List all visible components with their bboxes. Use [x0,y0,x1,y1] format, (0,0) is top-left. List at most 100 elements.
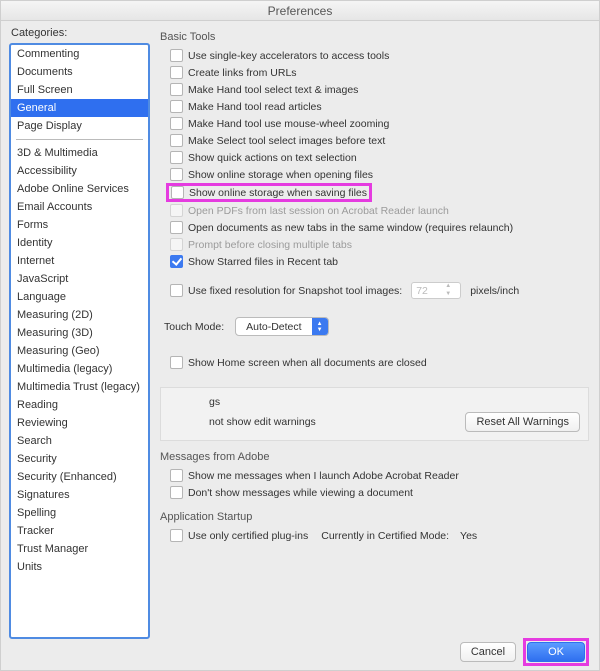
option-label: Create links from URLs [188,67,297,79]
basic-tools-heading: Basic Tools [160,31,589,43]
option-checkbox[interactable] [170,255,183,268]
sidebar-item[interactable]: Adobe Online Services [11,180,148,198]
option-checkbox[interactable] [170,221,183,234]
sidebar-item[interactable]: Measuring (3D) [11,324,148,342]
home-screen-checkbox[interactable] [170,356,183,369]
option-checkbox [170,238,183,251]
option-label: Show Starred files in Recent tab [188,256,338,268]
startup-heading: Application Startup [160,511,589,523]
option-label: Show online storage when opening files [188,169,373,181]
option-row: Use single-key accelerators to access to… [170,47,589,64]
window-title: Preferences [1,1,599,21]
option-row: Create links from URLs [170,64,589,81]
option-checkbox[interactable] [170,100,183,113]
messages-options: Show me messages when I launch Adobe Acr… [160,467,589,501]
option-checkbox[interactable] [170,134,183,147]
sidebar-item[interactable]: Documents [11,63,148,81]
option-label: Open documents as new tabs in the same w… [188,222,513,234]
option-label: Open PDFs from last session on Acrobat R… [188,205,449,217]
certified-mode-value: Yes [460,530,477,542]
snapshot-checkbox[interactable] [170,284,183,297]
option-row: Show me messages when I launch Adobe Acr… [170,467,589,484]
snapshot-value: 72 [412,285,436,297]
preferences-window: Preferences Categories: CommentingDocume… [0,0,600,671]
sidebar-item[interactable]: Reviewing [11,414,148,432]
sidebar-item[interactable]: Identity [11,234,148,252]
option-label: Prompt before closing multiple tabs [188,239,352,251]
option-row: Show Starred files in Recent tab [170,253,589,270]
option-checkbox[interactable] [170,66,183,79]
sidebar-item[interactable]: Security [11,450,148,468]
sidebar-item[interactable]: Units [11,558,148,576]
sidebar-item[interactable]: Accessibility [11,162,148,180]
sidebar-item[interactable]: Measuring (2D) [11,306,148,324]
option-row: Make Select tool select images before te… [170,132,589,149]
option-label: Make Hand tool read articles [188,101,322,113]
warnings-frag2: not show edit warnings [209,416,316,428]
basic-tools-options: Use single-key accelerators to access to… [160,47,589,270]
option-label: Don't show messages while viewing a docu… [188,487,413,499]
sidebar-item[interactable]: Tracker [11,522,148,540]
snapshot-unit: pixels/inch [470,285,519,297]
sidebar-item[interactable]: JavaScript [11,270,148,288]
sidebar-separator [16,139,143,140]
sidebar-item[interactable]: Measuring (Geo) [11,342,148,360]
option-checkbox[interactable] [170,49,183,62]
option-row: Make Hand tool select text & images [170,81,589,98]
snapshot-stepper[interactable]: ▲▼ [436,283,460,298]
touch-mode-row: Touch Mode: Auto-Detect ▲▼ [160,315,589,338]
sidebar: Categories: CommentingDocumentsFull Scre… [1,21,156,637]
sidebar-item[interactable]: Trust Manager [11,540,148,558]
option-checkbox[interactable] [171,186,184,199]
option-label: Make Select tool select images before te… [188,135,385,147]
sidebar-item[interactable]: Multimedia (legacy) [11,360,148,378]
option-row: Show online storage when saving files [170,183,589,202]
sidebar-item[interactable]: Spelling [11,504,148,522]
sidebar-item[interactable]: Language [11,288,148,306]
sidebar-item[interactable]: Commenting [11,45,148,63]
reset-warnings-button[interactable]: Reset All Warnings [465,412,580,432]
sidebar-item[interactable]: Search [11,432,148,450]
option-row: Open documents as new tabs in the same w… [170,219,589,236]
warnings-frag1: gs [169,394,580,410]
sidebar-item[interactable]: Forms [11,216,148,234]
sidebar-item[interactable]: 3D & Multimedia [11,144,148,162]
option-checkbox [170,204,183,217]
cancel-button[interactable]: Cancel [460,642,516,662]
chevron-updown-icon: ▲▼ [312,318,328,335]
sidebar-item[interactable]: Signatures [11,486,148,504]
highlighted-option: Show online storage when saving files [166,183,372,202]
option-checkbox[interactable] [170,469,183,482]
snapshot-input[interactable]: 72 ▲▼ [411,282,461,299]
snapshot-label: Use fixed resolution for Snapshot tool i… [188,285,402,297]
touch-mode-select[interactable]: Auto-Detect ▲▼ [235,317,328,336]
categories-label: Categories: [11,27,150,39]
option-row: Open PDFs from last session on Acrobat R… [170,202,589,219]
sidebar-item[interactable]: Email Accounts [11,198,148,216]
settings-panel: Basic Tools Use single-key accelerators … [156,21,599,637]
sidebar-item[interactable]: General [11,99,148,117]
categories-list[interactable]: CommentingDocumentsFull ScreenGeneralPag… [9,43,150,639]
option-checkbox[interactable] [170,151,183,164]
warnings-frag2-row: not show edit warnings Reset All Warning… [169,410,580,434]
ok-button[interactable]: OK [527,642,585,662]
sidebar-item[interactable]: Page Display [11,117,148,135]
dialog-footer: Cancel OK [1,634,599,668]
option-label: Make Hand tool use mouse-wheel zooming [188,118,389,130]
messages-heading: Messages from Adobe [160,451,589,463]
certified-plugins-checkbox[interactable] [170,529,183,542]
option-checkbox[interactable] [170,117,183,130]
certified-plugins-row: Use only certified plug-ins Currently in… [170,527,589,544]
option-label: Show quick actions on text selection [188,152,357,164]
option-checkbox[interactable] [170,486,183,499]
option-checkbox[interactable] [170,168,183,181]
sidebar-item[interactable]: Full Screen [11,81,148,99]
option-checkbox[interactable] [170,83,183,96]
sidebar-item[interactable]: Security (Enhanced) [11,468,148,486]
option-row: Prompt before closing multiple tabs [170,236,589,253]
sidebar-item[interactable]: Multimedia Trust (legacy) [11,378,148,396]
sidebar-item[interactable]: Internet [11,252,148,270]
option-label: Make Hand tool select text & images [188,84,358,96]
sidebar-item[interactable]: Reading [11,396,148,414]
option-label: Use single-key accelerators to access to… [188,50,389,62]
